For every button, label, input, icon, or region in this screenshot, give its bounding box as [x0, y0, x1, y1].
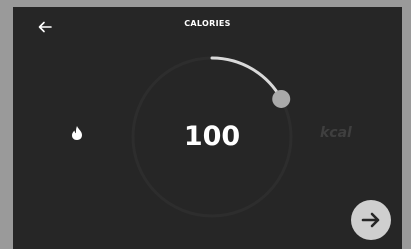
dial-handle[interactable]: [272, 89, 291, 108]
arrow-right-icon: [361, 212, 380, 228]
device-frame: CALORIES 100 kcal: [0, 0, 411, 249]
flame-icon: [72, 126, 82, 140]
next-button[interactable]: [351, 200, 391, 240]
calorie-value: 100: [183, 121, 241, 152]
dial-progress-arc: [210, 56, 283, 101]
calories-screen: CALORIES 100 kcal: [13, 7, 402, 249]
calorie-unit: kcal: [320, 125, 352, 141]
